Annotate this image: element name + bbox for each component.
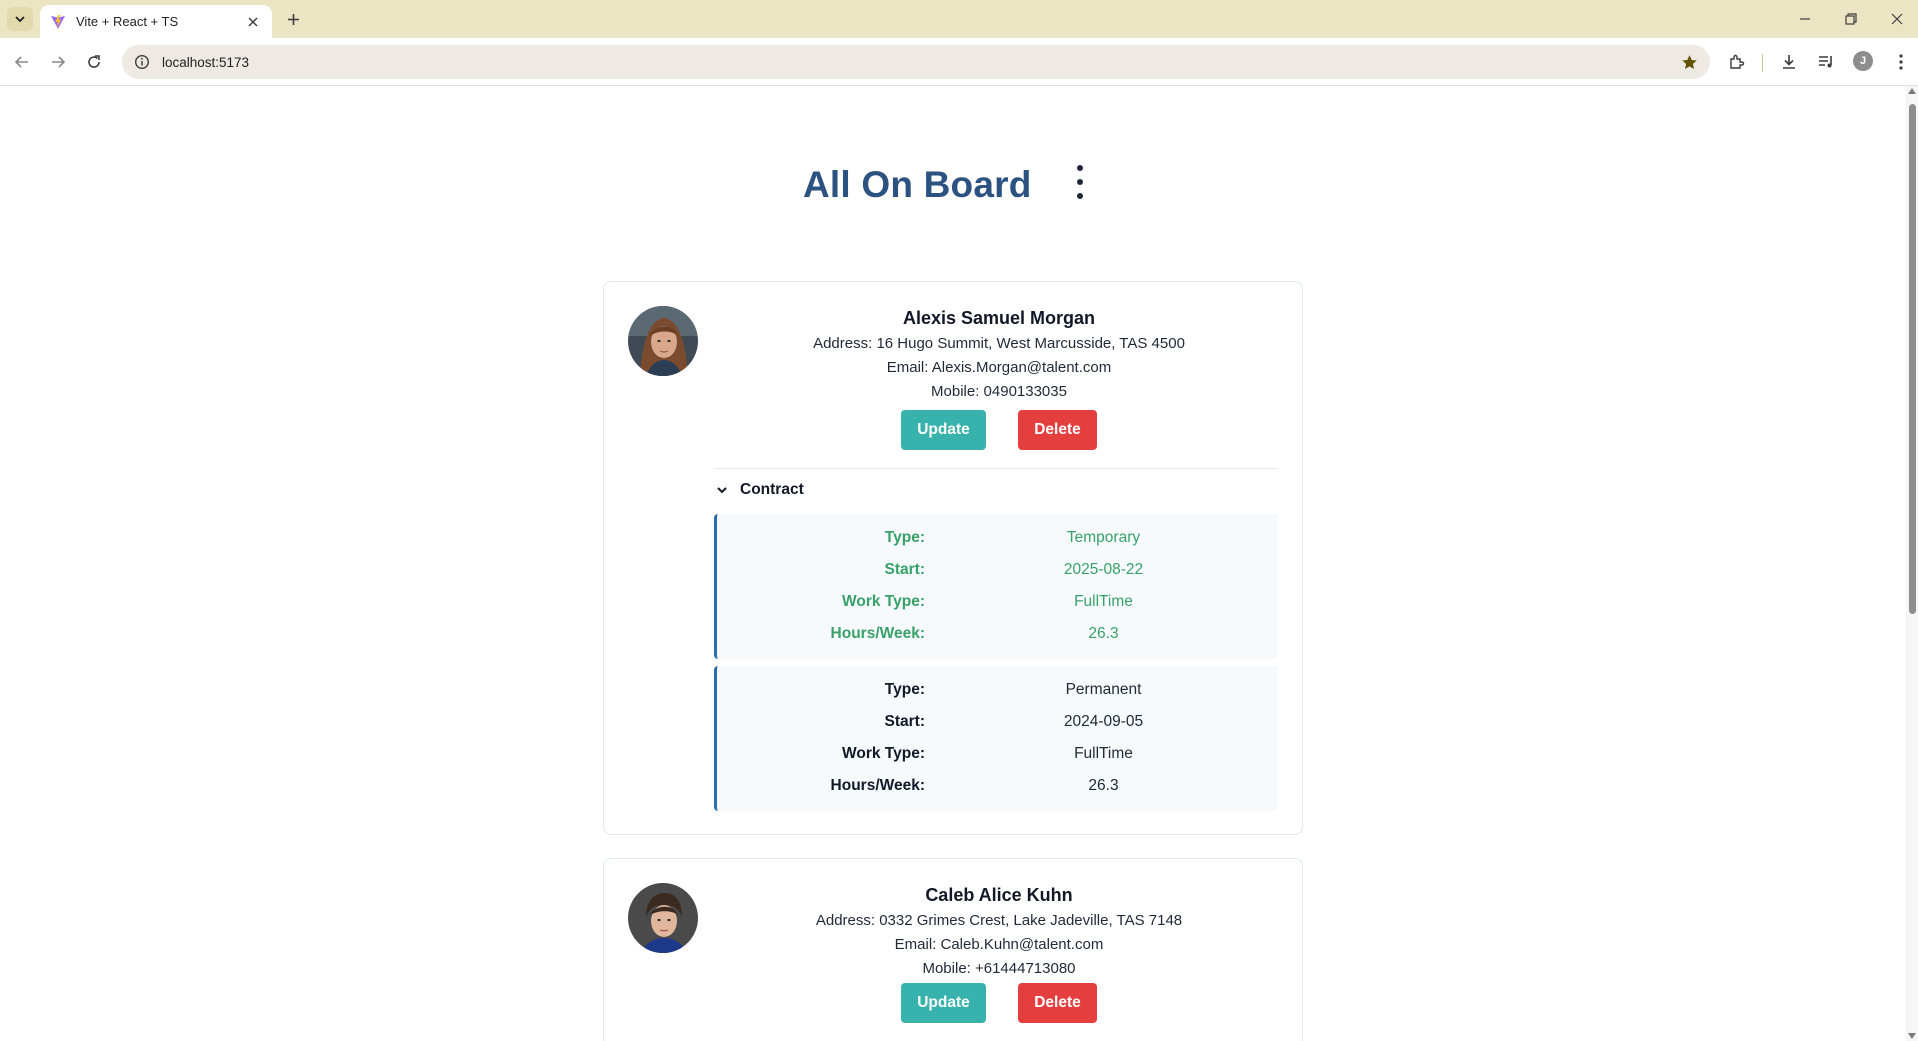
tab-title: Vite + React + TS [76, 14, 179, 29]
contract-field-value: FullTime [1074, 745, 1133, 762]
contract-field-label: Start: [884, 561, 925, 578]
browser-tab[interactable]: Vite + React + TS [40, 5, 272, 38]
restore-window-button[interactable] [1836, 6, 1866, 32]
tab-search-button[interactable] [7, 7, 33, 31]
more-menu-icon[interactable] [1889, 50, 1913, 74]
contract-row-hours: Hours/Week: 26.3 [717, 618, 1278, 650]
employee-address: Address: 0332 Grimes Crest, Lake Jadevil… [815, 912, 1183, 929]
reload-button[interactable] [80, 48, 108, 76]
browser-tab-bar: Vite + React + TS [0, 0, 1918, 38]
employee-email: Email: Caleb.Kuhn@talent.com [894, 936, 1104, 953]
contract-field-label: Type: [884, 529, 925, 546]
employee-info: Alexis Samuel Morgan Address: 16 Hugo Su… [714, 304, 1284, 450]
download-icon[interactable] [1777, 50, 1801, 74]
vite-logo-icon [51, 14, 65, 29]
contract-field-value: 26.3 [1088, 777, 1119, 794]
contract-row-start: Start: 2025-08-22 [717, 554, 1278, 586]
avatar [628, 883, 698, 953]
employee-email: Email: Alexis.Morgan@talent.com [886, 359, 1112, 376]
delete-button[interactable]: Delete [1018, 410, 1097, 450]
employee-info: Caleb Alice Kuhn Address: 0332 Grimes Cr… [714, 881, 1284, 1023]
update-button[interactable]: Update [901, 410, 986, 450]
contract-field-label: Start: [884, 713, 925, 730]
kebab-menu-icon[interactable] [1068, 162, 1092, 202]
forward-button[interactable] [44, 48, 72, 76]
scroll-down-arrow-icon[interactable] [1908, 1033, 1916, 1039]
vertical-scrollbar[interactable] [1906, 86, 1918, 1041]
update-button[interactable]: Update [901, 983, 986, 1023]
plus-icon [287, 13, 299, 25]
contract-field-label: Type: [884, 681, 925, 698]
employee-card: Alexis Samuel Morgan Address: 16 Hugo Su… [603, 281, 1303, 835]
bookmark-star-icon[interactable] [1678, 51, 1700, 73]
page-header: All On Board [0, 158, 1906, 218]
employee-card: Caleb Alice Kuhn Address: 0332 Grimes Cr… [603, 858, 1303, 1041]
action-buttons: Update Delete [714, 410, 1284, 450]
browser-toolbar: localhost:5173 J [0, 38, 1918, 86]
page-title: All On Board [803, 164, 1032, 205]
arrow-left-icon [14, 56, 28, 68]
contract-toggle[interactable]: Contract [714, 481, 804, 499]
arrow-right-icon [52, 56, 66, 68]
delete-button[interactable]: Delete [1018, 983, 1097, 1023]
minimize-icon [1800, 18, 1810, 20]
chevron-down-icon [717, 487, 727, 494]
close-window-button[interactable] [1882, 6, 1912, 32]
address-bar[interactable]: localhost:5173 [122, 45, 1710, 79]
minimize-window-button[interactable] [1790, 6, 1820, 32]
contract-row-hours: Hours/Week: 26.3 [717, 770, 1278, 802]
site-info-icon[interactable] [134, 54, 150, 70]
contract-row-work-type: Work Type: FullTime [717, 586, 1278, 618]
contract-field-label: Hours/Week: [830, 625, 925, 642]
contract-entry-past: Type: Permanent Start: 2024-09-05 Work T… [714, 666, 1278, 811]
employee-address: Address: 16 Hugo Summit, West Marcusside… [813, 335, 1185, 352]
extensions-icon[interactable] [1725, 50, 1749, 74]
contract-row-start: Start: 2024-09-05 [717, 706, 1278, 738]
action-buttons: Update Delete [714, 983, 1284, 1023]
contract-row-type: Type: Temporary [717, 522, 1278, 554]
contract-field-value: FullTime [1074, 593, 1133, 610]
contract-field-value: 2024-09-05 [1063, 713, 1144, 730]
media-control-icon[interactable] [1814, 50, 1838, 74]
profile-avatar[interactable]: J [1853, 51, 1873, 71]
employee-mobile: Mobile: 0490133035 [931, 383, 1067, 400]
employee-mobile: Mobile: +61444713080 [922, 960, 1076, 977]
page-viewport: All On Board Alexis Samuel Morgan Addres… [0, 86, 1906, 1041]
scroll-up-arrow-icon[interactable] [1908, 88, 1916, 94]
contract-entry-active: Type: Temporary Start: 2025-08-22 Work T… [714, 514, 1278, 659]
new-tab-button[interactable] [282, 8, 304, 30]
avatar [628, 306, 698, 376]
restore-icon [1845, 13, 1857, 25]
contract-label: Contract [740, 481, 804, 498]
contract-field-label: Work Type: [842, 745, 925, 762]
employee-name: Alexis Samuel Morgan [902, 308, 1096, 328]
url-text[interactable]: localhost:5173 [162, 55, 1678, 70]
contract-field-label: Work Type: [842, 593, 925, 610]
back-button[interactable] [8, 48, 36, 76]
contract-row-work-type: Work Type: FullTime [717, 738, 1278, 770]
section-divider [714, 468, 1278, 469]
contract-field-value: Temporary [1066, 529, 1141, 546]
contract-field-value: 26.3 [1088, 625, 1119, 642]
chevron-down-icon [15, 16, 25, 23]
employee-name: Caleb Alice Kuhn [925, 885, 1073, 905]
scrollbar-thumb[interactable] [1909, 104, 1916, 614]
close-icon [1891, 13, 1903, 25]
contract-field-label: Hours/Week: [830, 777, 925, 794]
contract-row-type: Type: Permanent [717, 674, 1278, 706]
contract-field-value: 2025-08-22 [1063, 561, 1144, 578]
toolbar-divider [1762, 54, 1763, 72]
reload-icon [88, 55, 100, 68]
close-tab-icon[interactable] [244, 13, 262, 31]
contract-field-value: Permanent [1065, 681, 1142, 698]
